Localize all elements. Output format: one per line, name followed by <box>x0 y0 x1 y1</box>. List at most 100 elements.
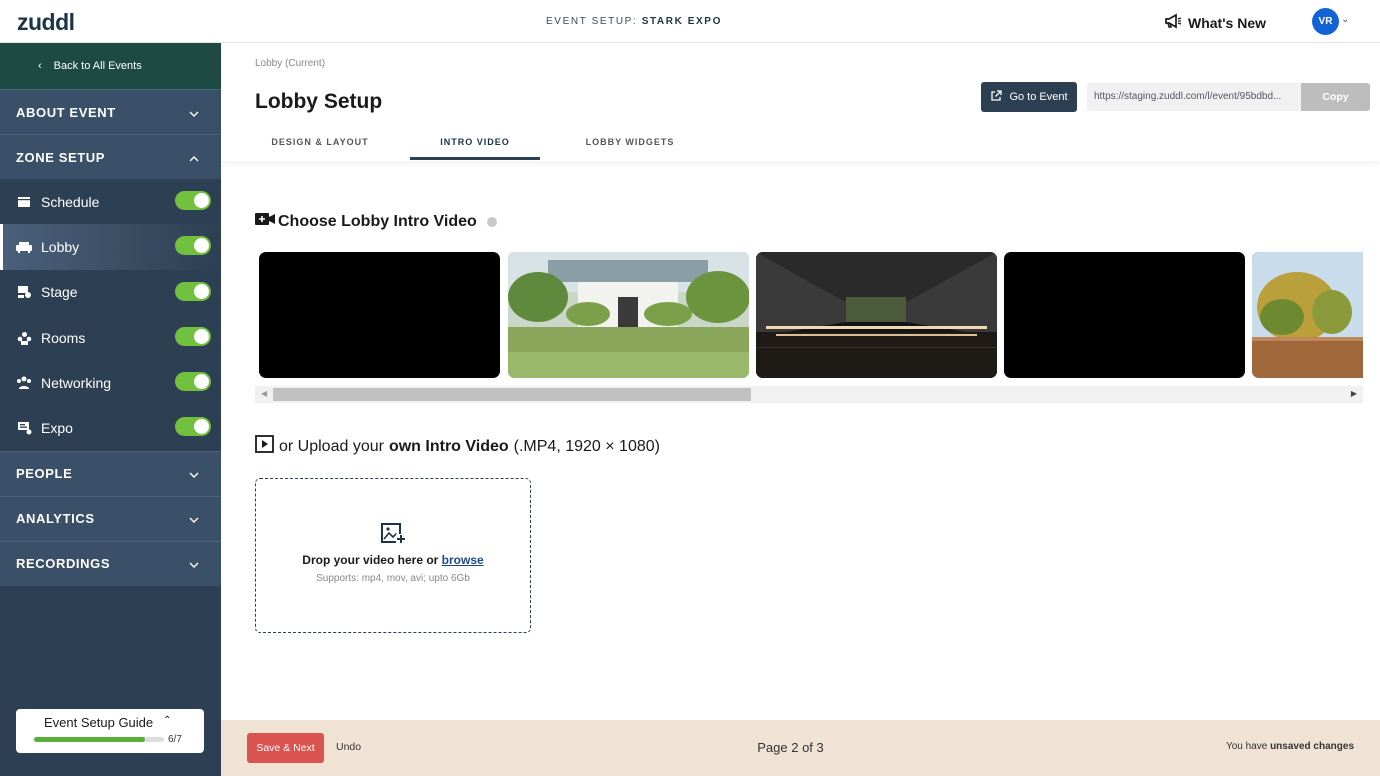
stage-toggle[interactable] <box>175 281 211 301</box>
whats-new-label: What's New <box>1188 14 1267 31</box>
sidebar: ‹ Back to All Events ABOUT EVENT ZONE SE… <box>0 43 221 776</box>
breadcrumb[interactable]: Lobby (Current) <box>255 58 325 69</box>
back-to-all-events[interactable]: ‹ Back to All Events <box>0 43 221 89</box>
section-analytics[interactable]: ANALYTICS <box>0 495 221 541</box>
event-title: EVENT SETUP: STARK EXPO <box>0 16 1268 27</box>
upload-suffix: (.MP4, 1920 × 1080) <box>513 437 660 455</box>
sidebar-item-schedule[interactable]: Schedule <box>0 179 221 225</box>
lobby-toggle[interactable] <box>175 236 211 256</box>
sidebar-item-rooms[interactable]: Rooms <box>0 314 221 361</box>
sidebar-item-label: Stage <box>41 284 78 301</box>
back-label: Back to All Events <box>53 60 142 72</box>
networking-toggle[interactable] <box>175 372 211 392</box>
outdoor-thumbnail <box>1252 252 1363 378</box>
upload-heading: or Upload your own Intro Video (.MP4, 19… <box>255 435 660 458</box>
scroll-left-icon[interactable]: ◀ <box>261 389 267 398</box>
section-recordings[interactable]: RECORDINGS <box>0 540 221 586</box>
section-zone-setup[interactable]: ZONE SETUP <box>0 134 221 179</box>
drop-text: Drop your video here or browse <box>256 553 530 567</box>
page-header: Lobby (Current) Lobby Setup Go to Event … <box>221 43 1380 161</box>
event-url-field[interactable]: https://staging.zuddl.com/l/event/95bdbd… <box>1087 83 1302 111</box>
expo-toggle[interactable] <box>175 417 211 437</box>
active-tab-indicator <box>410 157 540 160</box>
guide-title: Event Setup Guide <box>44 715 154 730</box>
section-label: ABOUT EVENT <box>16 104 116 120</box>
lobby-garden-thumbnail <box>508 252 749 378</box>
tab-lobby-widgets[interactable]: LOBBY WIDGETS <box>565 137 695 147</box>
section-label: RECORDINGS <box>16 556 111 572</box>
chevron-down-icon[interactable]: ⌄ <box>1341 14 1349 25</box>
sofa-icon <box>16 240 32 254</box>
choose-video-heading: Choose Lobby Intro Video <box>255 212 497 231</box>
user-avatar[interactable]: VR <box>1312 8 1339 35</box>
guide-progress-fill <box>34 737 146 742</box>
section-label: PEOPLE <box>16 466 73 482</box>
video-option-1[interactable] <box>259 252 500 378</box>
unsaved-bold: unsaved changes <box>1270 741 1354 752</box>
add-image-icon <box>256 521 530 547</box>
rooms-toggle[interactable] <box>175 326 211 346</box>
guide-progress-bar <box>34 737 164 742</box>
info-icon[interactable] <box>486 216 497 227</box>
upload-bold: own Intro Video <box>388 437 509 455</box>
video-option-2[interactable] <box>508 252 749 378</box>
go-to-event-button[interactable]: Go to Event <box>981 82 1077 112</box>
supports-text: Supports: mp4, mov, avi; upto 6Gb <box>316 573 470 584</box>
video-option-5[interactable] <box>1252 252 1363 378</box>
video-option-4[interactable] <box>1004 252 1245 378</box>
chevron-down-icon <box>189 466 199 481</box>
sidebar-item-stage[interactable]: Stage <box>0 269 221 315</box>
scrollbar-thumb[interactable] <box>273 388 751 401</box>
tab-design-layout[interactable]: DESIGN & LAYOUT <box>255 137 385 147</box>
networking-icon <box>16 376 32 390</box>
sidebar-item-label: Lobby <box>41 238 80 255</box>
section-people[interactable]: PEOPLE <box>0 450 221 496</box>
corridor-thumbnail <box>756 252 997 378</box>
megaphone-icon <box>1164 13 1182 32</box>
sidebar-item-label: Rooms <box>41 329 86 346</box>
calendar-icon <box>16 195 32 209</box>
chevron-down-icon <box>189 105 199 120</box>
schedule-toggle[interactable] <box>175 191 211 210</box>
sidebar-item-label: Networking <box>41 374 112 391</box>
go-to-event-label: Go to Event <box>1009 91 1068 103</box>
sidebar-item-lobby[interactable]: Lobby <box>0 224 221 270</box>
event-setup-label: EVENT SETUP: <box>546 16 638 27</box>
chevron-up-icon <box>189 150 199 165</box>
sidebar-item-label: Expo <box>41 420 73 437</box>
tab-intro-video[interactable]: INTRO VIDEO <box>410 137 540 147</box>
stage-icon <box>16 285 32 299</box>
section-label: ANALYTICS <box>16 511 95 527</box>
video-camera-icon <box>255 212 275 231</box>
chevron-up-icon: ⌃ <box>163 715 172 726</box>
event-setup-guide[interactable]: Event Setup Guide ⌃ 6/7 <box>16 709 204 753</box>
scroll-right-icon[interactable]: ▶ <box>1351 389 1357 398</box>
sidebar-item-expo[interactable]: Expo <box>0 405 221 451</box>
browse-link[interactable]: browse <box>442 553 484 567</box>
page-title: Lobby Setup <box>255 90 383 113</box>
upload-prefix: or Upload your <box>279 437 384 455</box>
video-option-3[interactable] <box>756 252 997 378</box>
chevron-down-icon <box>189 556 199 571</box>
drop-label: Drop your video here or <box>302 553 439 567</box>
rooms-icon <box>16 331 32 345</box>
section-about-event[interactable]: ABOUT EVENT <box>0 89 221 134</box>
section-label: ZONE SETUP <box>16 149 106 165</box>
guide-progress-count: 6/7 <box>168 734 182 745</box>
choose-video-title: Choose Lobby Intro Video <box>278 212 477 230</box>
event-name: STARK EXPO <box>641 16 722 27</box>
video-dropzone[interactable]: Drop your video here or browse Supports:… <box>255 478 531 633</box>
external-link-icon <box>990 89 1003 105</box>
play-icon <box>255 435 274 458</box>
footer-bar: Save & Next Undo Page 2 of 3 You have un… <box>221 720 1380 776</box>
chevron-left-icon: ‹ <box>38 60 42 72</box>
sidebar-item-label: Schedule <box>41 193 100 210</box>
copy-button[interactable]: Copy <box>1301 83 1370 111</box>
page-indicator: Page 2 of 3 <box>757 740 824 755</box>
video-carousel-scrollbar[interactable]: ◀ ▶ <box>255 386 1363 403</box>
chevron-down-icon <box>189 511 199 526</box>
whats-new-button[interactable]: What's New <box>1164 13 1266 32</box>
sidebar-item-networking[interactable]: Networking <box>0 360 221 406</box>
unsaved-status: You have unsaved changes <box>1226 741 1354 752</box>
expo-icon <box>16 421 32 435</box>
